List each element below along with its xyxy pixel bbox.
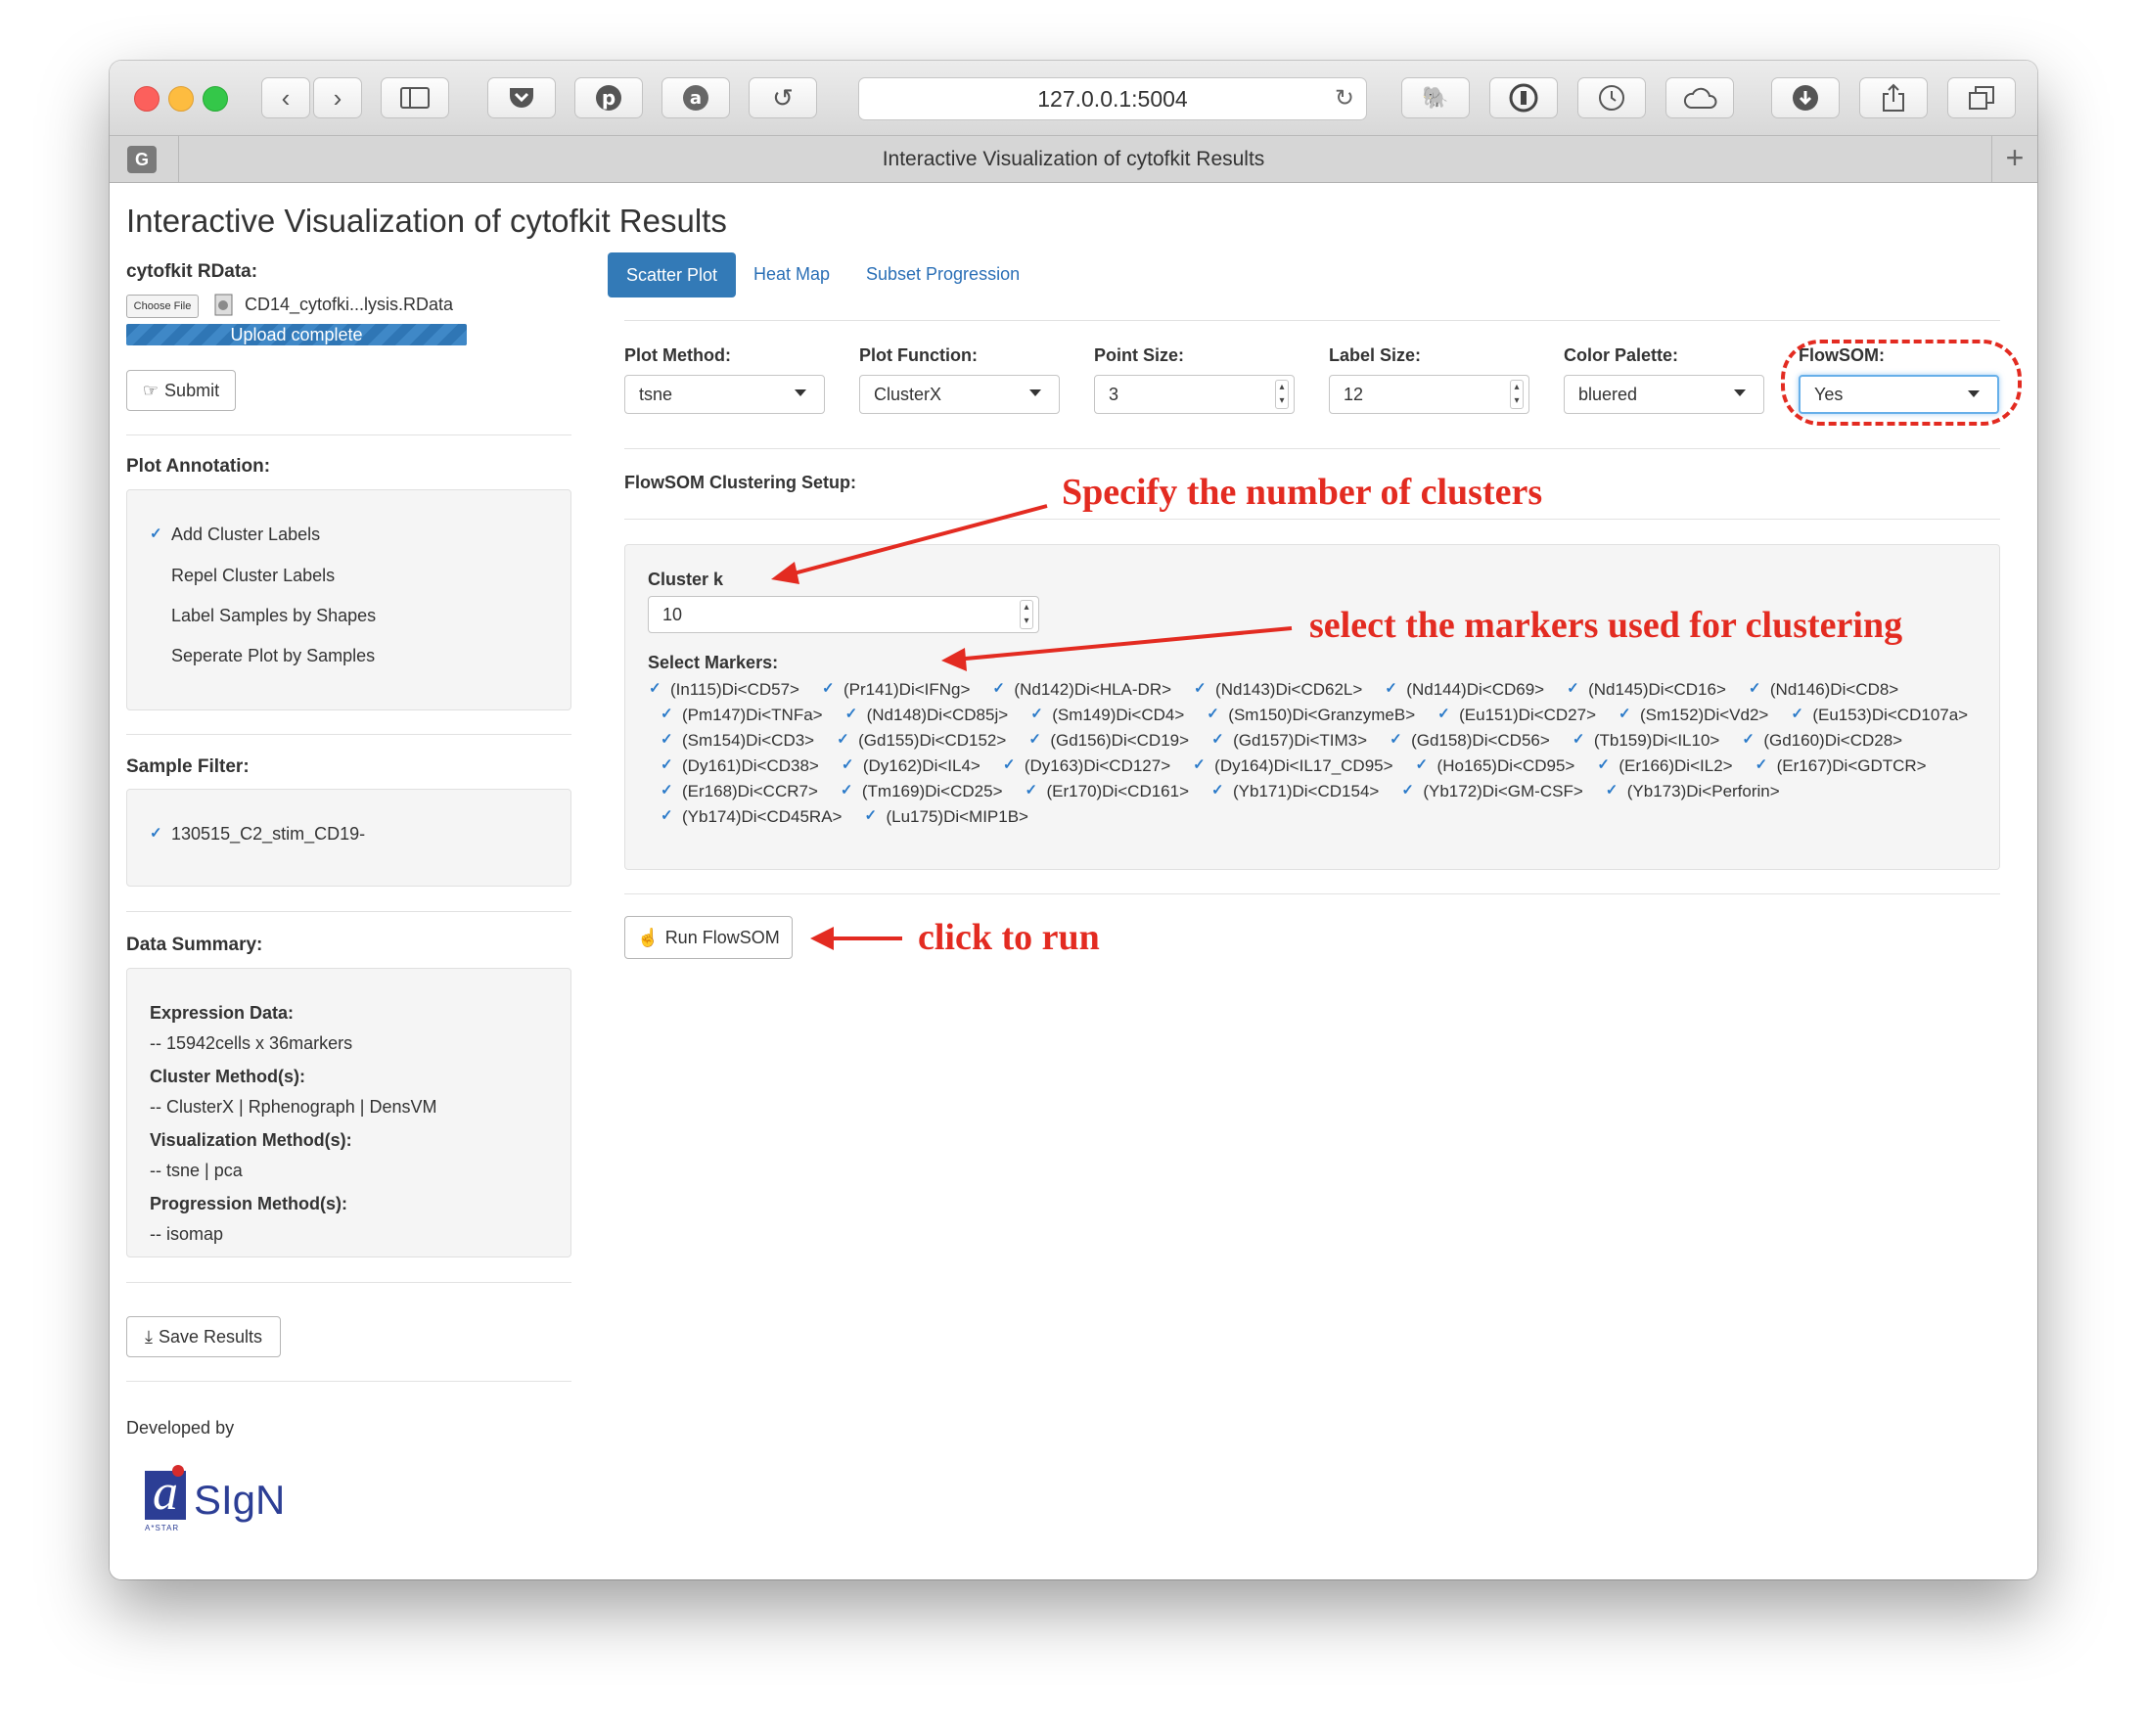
undo-icon: ↺ (772, 82, 794, 113)
browser-window: ‹ › p a ↺ 127.0.0.1:5004 ↻ 🐘 Interactive… (110, 61, 2037, 1579)
tab-divider (178, 136, 179, 182)
amazon-icon: a (683, 85, 708, 111)
address-bar[interactable]: 127.0.0.1:5004 ↻ (858, 77, 1367, 120)
back-button[interactable]: ‹ (261, 77, 310, 118)
download-icon (1793, 85, 1818, 111)
url-text: 127.0.0.1:5004 (1037, 85, 1188, 112)
clock-icon (1599, 85, 1624, 111)
pinterest-button[interactable]: p (574, 77, 643, 118)
share-icon (1883, 83, 1904, 112)
page-content: Interactive Visualization of cytofkit Re… (110, 183, 2037, 1579)
amazon-button[interactable]: a (661, 77, 730, 118)
chevron-right-icon: › (333, 82, 342, 113)
evernote-button[interactable]: 🐘 (1401, 77, 1470, 118)
history-back-button[interactable]: ↺ (749, 77, 817, 118)
maximize-window-button[interactable] (203, 86, 228, 112)
history-button[interactable] (1577, 77, 1646, 118)
tabs-icon (1969, 86, 1994, 110)
share-button[interactable] (1859, 77, 1928, 118)
chevron-left-icon: ‹ (281, 82, 291, 113)
arrow-to-run-button (810, 927, 902, 950)
browser-tab-title[interactable]: Interactive Visualization of cytofkit Re… (110, 136, 2037, 182)
svg-text:p: p (602, 86, 616, 110)
sidebar-icon (400, 87, 430, 109)
cloud-icon (1683, 87, 1717, 109)
password-manager-button[interactable] (1489, 77, 1558, 118)
tabs-overview-button[interactable] (1947, 77, 2016, 118)
arrow-to-markers (941, 626, 1293, 671)
sidebar-toggle-button[interactable] (381, 77, 449, 118)
forward-button[interactable]: › (313, 77, 362, 118)
downloads-button[interactable] (1771, 77, 1840, 118)
reload-icon[interactable]: ↻ (1335, 84, 1354, 113)
browser-tab-bar: Interactive Visualization of cytofkit Re… (110, 136, 2037, 183)
new-tab-button[interactable]: + (1991, 136, 2037, 182)
browser-toolbar: ‹ › p a ↺ 127.0.0.1:5004 ↻ 🐘 (110, 61, 2037, 136)
evernote-icon: 🐘 (1422, 85, 1449, 110)
minimize-window-button[interactable] (168, 86, 194, 112)
pinterest-icon: p (596, 85, 621, 111)
close-window-button[interactable] (134, 86, 160, 112)
arrow-to-cluster-k (771, 504, 1048, 584)
favicon-icon: G (127, 146, 157, 173)
pocket-icon (510, 88, 533, 108)
pocket-button[interactable] (487, 77, 556, 118)
svg-text:a: a (690, 88, 702, 109)
cloud-button[interactable] (1665, 77, 1734, 118)
password-icon (1509, 83, 1538, 113)
annotation-arrows (771, 504, 1293, 950)
